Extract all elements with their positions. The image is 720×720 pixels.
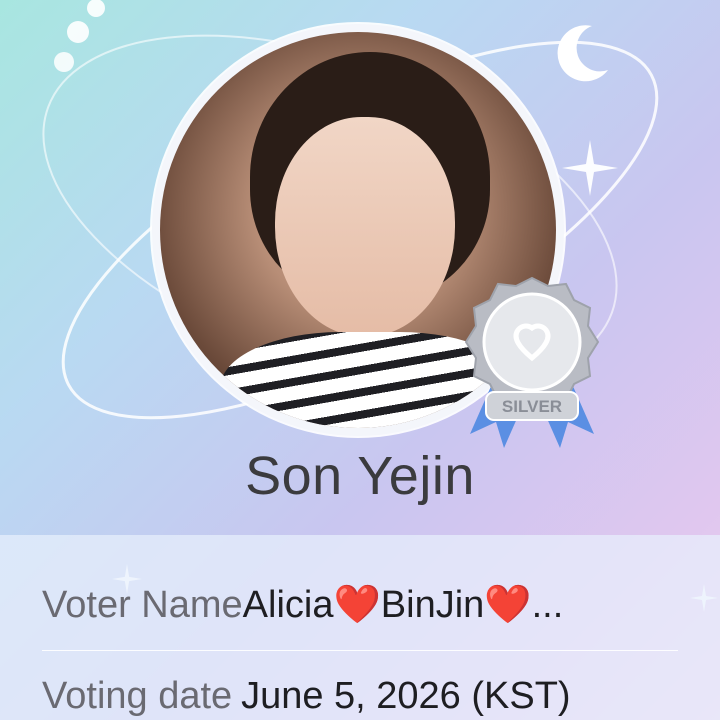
moon-icon: [557, 25, 608, 82]
voting-date-value: June 5, 2026 (KST): [241, 675, 571, 717]
silver-badge-icon: SILVER: [464, 276, 600, 448]
divider: [42, 650, 678, 651]
voting-date-row: Voting date June 5, 2026 (KST): [42, 675, 571, 718]
badge-label: SILVER: [502, 397, 562, 416]
sparkle-icon: [562, 140, 618, 196]
voting-date-label: Voting date: [42, 675, 233, 717]
voter-name-row: Voter NameAlicia❤️BinJin❤️...: [42, 583, 563, 627]
voter-name-label: Voter Name: [42, 584, 243, 626]
vote-certificate-card: SILVER Son Yejin Voter NameAlicia❤️BinJi…: [0, 0, 720, 720]
voter-name-value: Alicia❤️BinJin❤️...: [242, 584, 564, 626]
idol-name: Son Yejin: [245, 446, 475, 506]
